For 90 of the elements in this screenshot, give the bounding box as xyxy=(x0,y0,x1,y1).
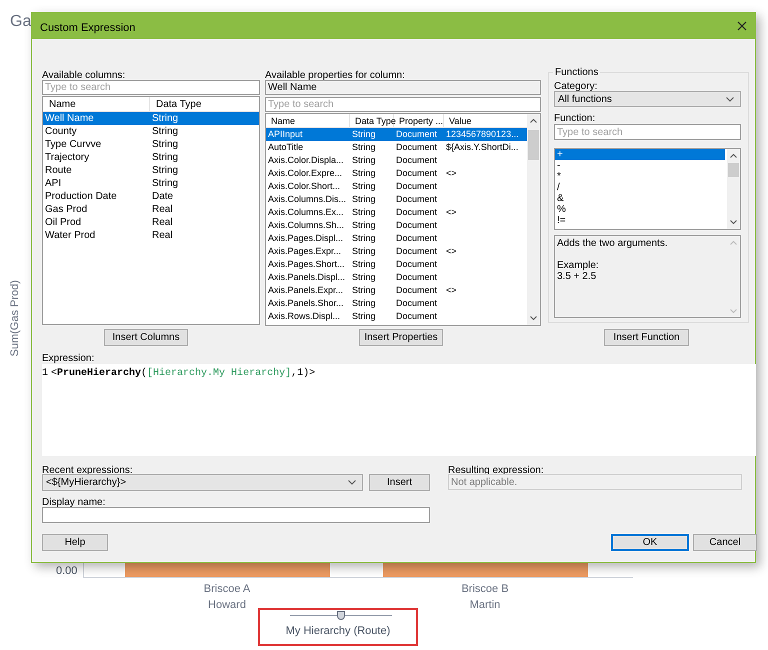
table-row[interactable]: Axis.Color.Short... String Document xyxy=(266,180,528,193)
table-row[interactable]: Axis.Panels.Displ... String Document xyxy=(266,271,528,284)
scroll-up-icon[interactable] xyxy=(730,153,737,158)
column-header[interactable]: Name xyxy=(266,114,350,127)
field-label: Resulting expression: xyxy=(448,464,545,475)
button[interactable]: Insert xyxy=(369,474,430,491)
table-row[interactable]: Axis.Columns.Sh... String Document xyxy=(266,219,528,232)
chevron-down-icon xyxy=(348,480,356,485)
field-label: Display name: xyxy=(42,496,106,507)
y-tick-label: 0.00 xyxy=(56,564,78,579)
description-text: Adds the two arguments. xyxy=(557,238,668,249)
table-row[interactable]: Axis.Panels.Shor... String Document xyxy=(266,297,528,310)
line-number: 1 xyxy=(42,367,48,381)
table-row[interactable]: APIInput String Document 1234567890123... xyxy=(266,128,528,141)
window-title: Custom Expression xyxy=(40,21,136,36)
chevron-down-icon xyxy=(726,96,734,102)
search-field[interactable]: Type to search xyxy=(42,80,260,95)
scroll-thumb[interactable] xyxy=(528,130,539,160)
list-row[interactable]: / xyxy=(555,182,725,193)
list-row[interactable]: != xyxy=(555,215,725,226)
expression-code: <PruneHierarchy([Hierarchy.My Hierarchy],1)> xyxy=(51,366,316,381)
list-row[interactable]: Type Curvve String xyxy=(43,138,259,151)
scroll-down-icon[interactable] xyxy=(730,220,737,225)
table-row[interactable]: Axis.Pages.Short... String Document xyxy=(266,258,528,271)
button[interactable]: Insert Function xyxy=(604,329,689,346)
result-field[interactable]: Not applicable. xyxy=(448,474,742,490)
slider-thumb[interactable] xyxy=(337,611,345,620)
list-row[interactable]: - xyxy=(555,160,725,171)
category-label: Howard xyxy=(207,598,247,613)
button[interactable]: Insert Properties xyxy=(359,329,443,346)
expression-editor[interactable]: 1 <PruneHierarchy([Hierarchy.My Hierarchy],1)> xyxy=(42,364,756,456)
close-icon xyxy=(737,21,747,31)
field-label: Available columns: xyxy=(42,69,126,80)
group-title: Functions xyxy=(553,65,600,77)
description-text: 3.5 + 2.5 xyxy=(557,271,596,282)
hierarchy-slider[interactable]: My Hierarchy (Route) xyxy=(258,608,418,646)
description-text: Example: xyxy=(557,260,599,271)
chart-title: Ga xyxy=(10,12,32,32)
category-label: Briscoe B xyxy=(460,582,510,597)
search-field[interactable]: Type to search xyxy=(554,124,741,140)
column-header[interactable]: Name xyxy=(43,97,150,111)
table-row[interactable]: Axis.Columns.Ex... String Document <> xyxy=(266,206,528,219)
column-header[interactable]: Property ... xyxy=(394,114,444,127)
list-row[interactable]: Route String xyxy=(43,164,259,177)
category-label: Briscoe A xyxy=(202,582,252,597)
list-row[interactable]: Production Date Date xyxy=(43,190,259,203)
table-row[interactable]: Axis.Color.Expre... String Document <> xyxy=(266,167,528,180)
list-row[interactable]: Trajectory String xyxy=(43,151,259,164)
list-row[interactable]: % xyxy=(555,204,725,215)
search-field[interactable]: Type to search xyxy=(265,97,541,112)
column-header[interactable]: Data Type xyxy=(350,114,394,127)
field-label: Available properties for column: xyxy=(265,69,406,80)
button[interactable]: Help xyxy=(42,534,108,551)
field-label: Expression: xyxy=(42,352,96,363)
scroll-thumb[interactable] xyxy=(728,163,739,177)
category-label: Martin xyxy=(468,598,502,613)
list-row[interactable]: & xyxy=(555,193,725,204)
list-row[interactable]: Well Name String xyxy=(43,112,259,125)
scroll-up-icon[interactable] xyxy=(530,118,537,123)
button[interactable]: OK xyxy=(611,534,689,551)
scroll-down-icon[interactable] xyxy=(530,316,537,321)
recent-expressions-dropdown[interactable]: <${MyHierarchy}> xyxy=(42,474,363,491)
table-row[interactable]: Axis.Rows.Displ... String Document xyxy=(266,310,528,323)
table-row[interactable]: Axis.Pages.Expr... String Document <> xyxy=(266,245,528,258)
field-label: Recent expressions: xyxy=(42,464,134,475)
button[interactable]: Cancel xyxy=(693,534,757,551)
button[interactable]: Insert Columns xyxy=(104,329,188,346)
list-row[interactable]: * xyxy=(555,171,725,182)
field-label: Category: xyxy=(554,80,598,91)
list-row[interactable]: API String xyxy=(43,177,259,190)
table-row[interactable]: Axis.Pages.Displ... String Document xyxy=(266,232,528,245)
readonly-field[interactable]: Well Name xyxy=(265,80,541,95)
table-row[interactable]: Axis.Color.Displa... String Document xyxy=(266,154,528,167)
text-input[interactable] xyxy=(42,507,430,523)
list-row[interactable]: Oil Prod Real xyxy=(43,216,259,229)
list-row[interactable]: Water Prod Real xyxy=(43,229,259,242)
table-row[interactable]: Axis.Panels.Expr... String Document <> xyxy=(266,284,528,297)
column-header[interactable]: Data Type xyxy=(150,97,259,111)
list-row[interactable]: + xyxy=(555,149,725,160)
list-row[interactable]: County String xyxy=(43,125,259,138)
category-dropdown[interactable]: All functions xyxy=(554,91,741,107)
scrollbar[interactable] xyxy=(727,149,740,229)
slider-label: My Hierarchy (Route) xyxy=(284,624,392,639)
close-button[interactable] xyxy=(735,19,749,33)
table-row[interactable]: Axis.Columns.Dis... String Document xyxy=(266,193,528,206)
table-row[interactable]: AutoTitle String Document ${Axis.Y.ShortDi... xyxy=(266,141,528,154)
scrollbar[interactable] xyxy=(527,114,540,325)
field-label: Function: xyxy=(554,112,596,123)
y-axis-label: Sum(Gas Prod) xyxy=(8,279,22,358)
list-row[interactable]: Gas Prod Real xyxy=(43,203,259,216)
